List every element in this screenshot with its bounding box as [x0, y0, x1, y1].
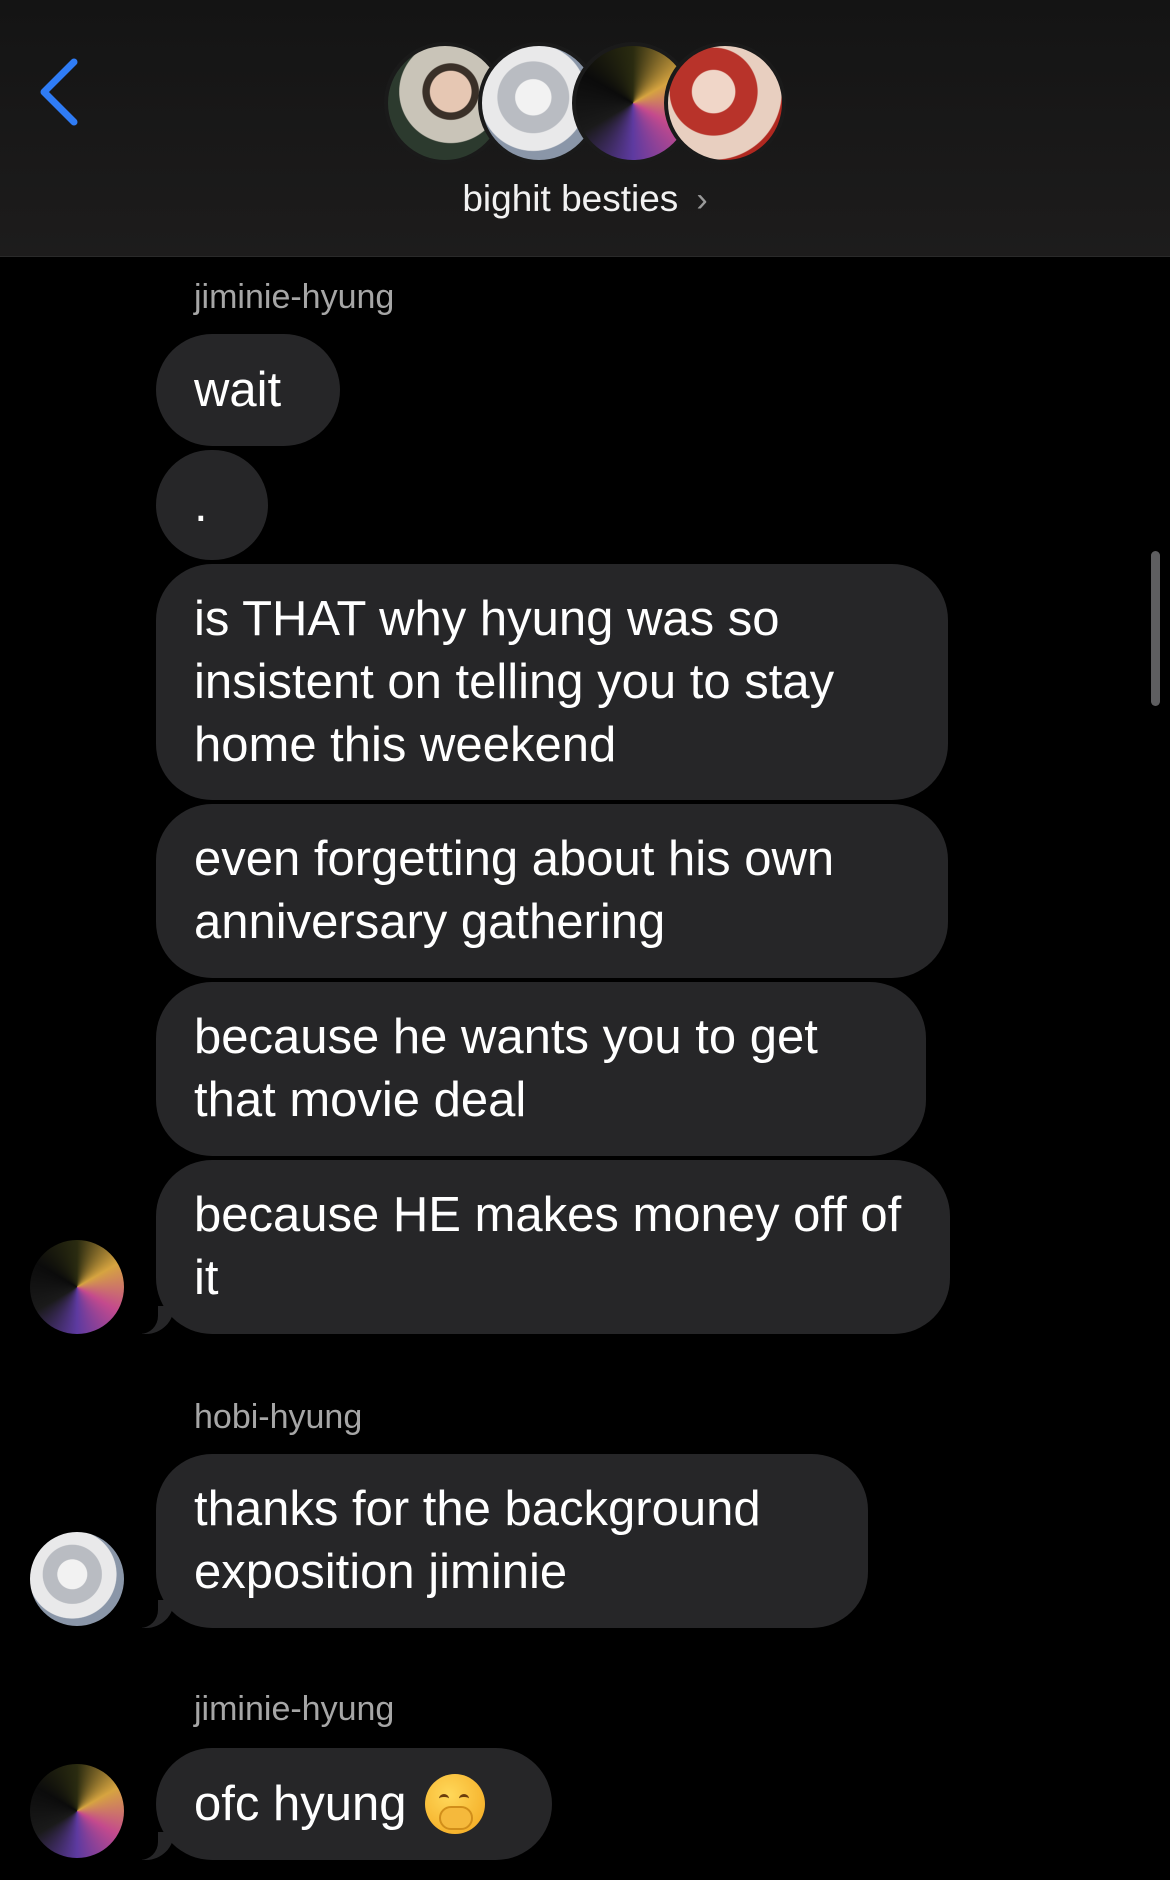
group-avatars[interactable]	[384, 42, 786, 166]
sender-avatar[interactable]	[30, 1240, 124, 1334]
sender-name: jiminie-hyung	[194, 1690, 395, 1728]
face-with-hand-over-mouth-icon	[424, 1774, 485, 1834]
message-text: even forgetting about his own anniversar…	[194, 832, 835, 949]
message-text: because HE makes money off of it	[194, 1188, 902, 1305]
message-text: wait	[194, 362, 282, 417]
message-bubble[interactable]: thanks for the background exposition jim…	[132, 1454, 868, 1628]
message-bubble[interactable]: because HE makes money off of it	[132, 1160, 950, 1334]
message-bubble[interactable]: because he wants you to get that movie d…	[156, 982, 926, 1156]
scrollbar[interactable]	[1151, 551, 1160, 706]
message-bubble[interactable]: .	[156, 450, 268, 560]
back-button[interactable]	[28, 52, 98, 132]
chevron-right-icon: ›	[696, 181, 708, 219]
member-avatar	[664, 42, 786, 164]
message-bubble[interactable]: ofc hyung	[132, 1748, 552, 1860]
group-name-label: bighit besties	[462, 178, 679, 219]
chevron-left-icon	[40, 58, 78, 126]
message-bubble[interactable]: wait	[156, 334, 340, 446]
message-bubble[interactable]: is THAT why hyung was so insistent on te…	[156, 564, 948, 800]
message-text: thanks for the background exposition jim…	[194, 1482, 761, 1599]
message-bubble[interactable]: even forgetting about his own anniversar…	[156, 804, 948, 978]
message-text: is THAT why hyung was so insistent on te…	[194, 591, 835, 772]
message-thread[interactable]: jiminie-hyung wait . is THAT why hyung w…	[0, 258, 1170, 1880]
message-text: because he wants you to get that movie d…	[194, 1010, 818, 1127]
sender-avatar[interactable]	[30, 1764, 124, 1858]
sender-name: jiminie-hyung	[194, 278, 395, 316]
group-name[interactable]: bighit besties ›	[0, 178, 1170, 220]
sender-name: hobi-hyung	[194, 1398, 363, 1436]
message-text: ofc hyung	[194, 1776, 407, 1831]
message-text: .	[194, 477, 208, 532]
sender-avatar[interactable]	[30, 1532, 124, 1626]
conversation-header: bighit besties ›	[0, 0, 1170, 257]
